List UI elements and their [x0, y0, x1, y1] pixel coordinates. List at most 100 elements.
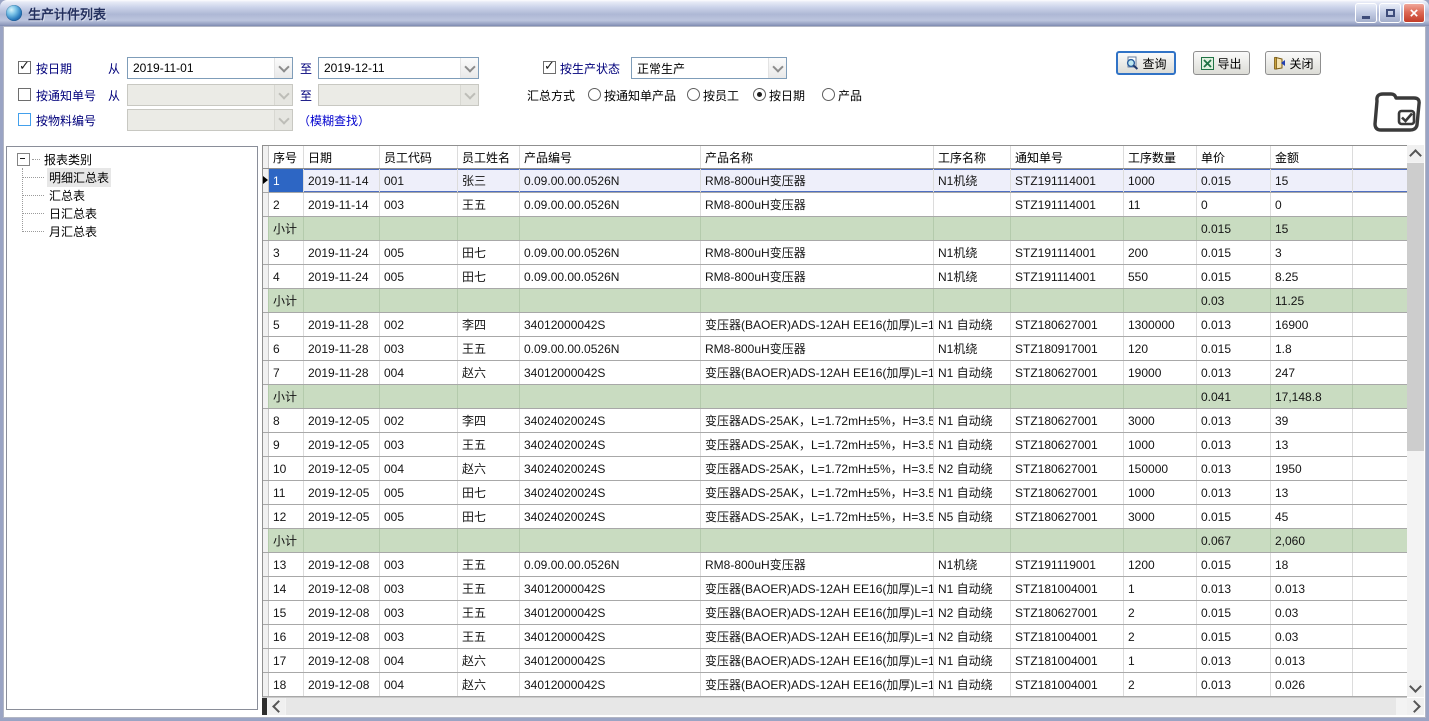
cell-prod_name: 变压器(BAOER)ADS-12AH EE16(加厚)L=1.25 自动 — [701, 601, 934, 624]
table-row[interactable]: 52019-11-28002李四34012000042S变压器(BAOER)AD… — [263, 313, 1408, 337]
scroll-down-button[interactable] — [1407, 680, 1424, 697]
by-date-checkbox[interactable] — [18, 61, 31, 74]
table-row[interactable]: 42019-11-24005田七0.09.00.00.0526NRM8-800u… — [263, 265, 1408, 289]
cell-process: N1 自动绕 — [934, 313, 1011, 336]
cell-date: 2019-12-05 — [304, 457, 380, 480]
cell-amount: 0.03 — [1271, 601, 1353, 624]
scroll-right-button[interactable] — [1407, 698, 1424, 715]
chevron-down-icon[interactable] — [460, 58, 478, 78]
radio-by-notice-product-label[interactable]: 按通知单产品 — [604, 84, 676, 106]
table-row[interactable]: 162019-12-08003王五34012000042S变压器(BAOER)A… — [263, 625, 1408, 649]
horizontal-scroll-thumb[interactable] — [286, 698, 1396, 715]
cell-prod_code: 0.09.00.00.0526N — [520, 265, 701, 288]
table-row[interactable]: 142019-12-08003王五34012000042S变压器(BAOER)A… — [263, 577, 1408, 601]
radio-by-employee-label[interactable]: 按员工 — [703, 84, 739, 106]
cell-emp_name — [458, 217, 520, 240]
table-row[interactable]: 92019-12-05003王五34024020024S变压器ADS-25AK，… — [263, 433, 1408, 457]
table-row[interactable]: 62019-11-28003王五0.09.00.00.0526NRM8-800u… — [263, 337, 1408, 361]
export-button[interactable]: 导出 — [1193, 51, 1250, 75]
cell-emp_name: 田七 — [458, 481, 520, 504]
column-header[interactable]: 工序数量 — [1124, 146, 1197, 168]
table-row[interactable]: 12019-11-14001张三0.09.00.00.0526NRM8-800u… — [263, 169, 1408, 193]
search-button[interactable]: 查询 — [1116, 51, 1176, 75]
cell-process: N1 自动绕 — [934, 577, 1011, 600]
maximize-button[interactable] — [1379, 3, 1401, 23]
row-indicator — [263, 649, 269, 672]
tree-item[interactable]: 汇总表 — [47, 186, 257, 204]
scroll-up-button[interactable] — [1407, 145, 1424, 162]
table-row[interactable]: 22019-11-14003王五0.09.00.00.0526NRM8-800u… — [263, 193, 1408, 217]
cell-qty — [1124, 529, 1197, 552]
table-row[interactable]: 102019-12-05004赵六34024020024S变压器ADS-25AK… — [263, 457, 1408, 481]
by-material-checkbox[interactable] — [18, 113, 31, 126]
row-indicator — [263, 241, 269, 264]
cell-qty: 3000 — [1124, 505, 1197, 528]
folder-check-icon[interactable] — [1370, 88, 1424, 139]
column-header[interactable] — [1353, 146, 1408, 168]
column-header[interactable]: 单价 — [1197, 146, 1271, 168]
table-row[interactable]: 182019-12-08004赵六34012000042S变压器(BAOER)A… — [263, 673, 1408, 697]
table-row[interactable]: 132019-12-08003王五0.09.00.00.0526NRM8-800… — [263, 553, 1408, 577]
date-from-select[interactable]: 2019-11-01 — [127, 57, 293, 79]
column-header[interactable]: 通知单号 — [1011, 146, 1124, 168]
column-header[interactable]: 员工姓名 — [458, 146, 520, 168]
tree-item[interactable]: 明细汇总表 — [47, 168, 257, 186]
radio-by-product[interactable] — [822, 88, 835, 101]
table-row[interactable]: 32019-11-24005田七0.09.00.00.0526NRM8-800u… — [263, 241, 1408, 265]
app-icon — [6, 5, 22, 21]
radio-by-employee[interactable] — [687, 88, 700, 101]
by-status-checkbox[interactable] — [543, 61, 556, 74]
table-row[interactable]: 72019-11-28004赵六34012000042S变压器(BAOER)AD… — [263, 361, 1408, 385]
subtotal-row: 小计0.0672,060 — [263, 529, 1408, 553]
cell-date — [304, 385, 380, 408]
tree-item[interactable]: 日汇总表 — [47, 204, 257, 222]
tree-item[interactable]: 月汇总表 — [47, 222, 257, 240]
cell-emp_name: 田七 — [458, 241, 520, 264]
tree-root[interactable]: 报表类别 — [17, 150, 257, 168]
chevron-down-icon[interactable] — [768, 58, 786, 78]
radio-by-notice-product[interactable] — [588, 88, 601, 101]
cell-extra — [1353, 457, 1408, 480]
cell-notice: STZ180627001 — [1011, 409, 1124, 432]
horizontal-scrollbar[interactable] — [262, 697, 1407, 715]
cell-amount: 18 — [1271, 553, 1353, 576]
column-header[interactable]: 产品名称 — [701, 146, 934, 168]
cell-extra — [1353, 361, 1408, 384]
column-header[interactable]: 员工代码 — [380, 146, 458, 168]
column-header[interactable]: 工序名称 — [934, 146, 1011, 168]
close-button[interactable]: 关闭 — [1265, 51, 1321, 75]
by-notice-checkbox[interactable] — [18, 88, 31, 101]
table-row[interactable]: 172019-12-08004赵六34012000042S变压器(BAOER)A… — [263, 649, 1408, 673]
column-header[interactable]: 金额 — [1271, 146, 1353, 168]
table-row[interactable]: 82019-12-05002李四34024020024S变压器ADS-25AK，… — [263, 409, 1408, 433]
scrollbar-grip[interactable] — [262, 698, 267, 715]
scroll-left-button[interactable] — [268, 698, 285, 715]
cell-process: N1 自动绕 — [934, 409, 1011, 432]
radio-by-product-label[interactable]: 产品 — [838, 84, 862, 106]
vertical-scroll-thumb[interactable] — [1407, 163, 1424, 451]
column-header[interactable]: 日期 — [304, 146, 380, 168]
minimize-button[interactable] — [1355, 3, 1377, 23]
cell-emp_name: 赵六 — [458, 649, 520, 672]
cell-emp_code: 002 — [380, 313, 458, 336]
column-header[interactable]: 产品编号 — [520, 146, 701, 168]
cell-extra — [1353, 529, 1408, 552]
report-tree-panel: 报表类别 明细汇总表汇总表日汇总表月汇总表 — [6, 146, 258, 710]
row-indicator — [263, 553, 269, 576]
vertical-scrollbar[interactable] — [1407, 145, 1424, 697]
cell-amount: 39 — [1271, 409, 1353, 432]
cell-seq: 2 — [269, 193, 304, 216]
radio-by-date[interactable] — [753, 88, 766, 101]
tree-collapse-icon[interactable] — [17, 153, 30, 166]
cell-notice — [1011, 289, 1124, 312]
table-row[interactable]: 152019-12-08003王五34012000042S变压器(BAOER)A… — [263, 601, 1408, 625]
table-row[interactable]: 122019-12-05005田七34024020024S变压器ADS-25AK… — [263, 505, 1408, 529]
column-header[interactable]: 序号 — [269, 146, 304, 168]
status-select[interactable]: 正常生产 — [631, 57, 787, 79]
radio-by-date-label[interactable]: 按日期 — [769, 84, 805, 106]
date-to-select[interactable]: 2019-12-11 — [318, 57, 479, 79]
filter-row-notice: 按通知单号 从 至 汇总方式 按通知单产品 按员工 按日期 产品 — [0, 84, 1429, 106]
table-row[interactable]: 112019-12-05005田七34024020024S变压器ADS-25AK… — [263, 481, 1408, 505]
close-window-button[interactable]: × — [1403, 3, 1425, 23]
chevron-down-icon[interactable] — [274, 58, 292, 78]
